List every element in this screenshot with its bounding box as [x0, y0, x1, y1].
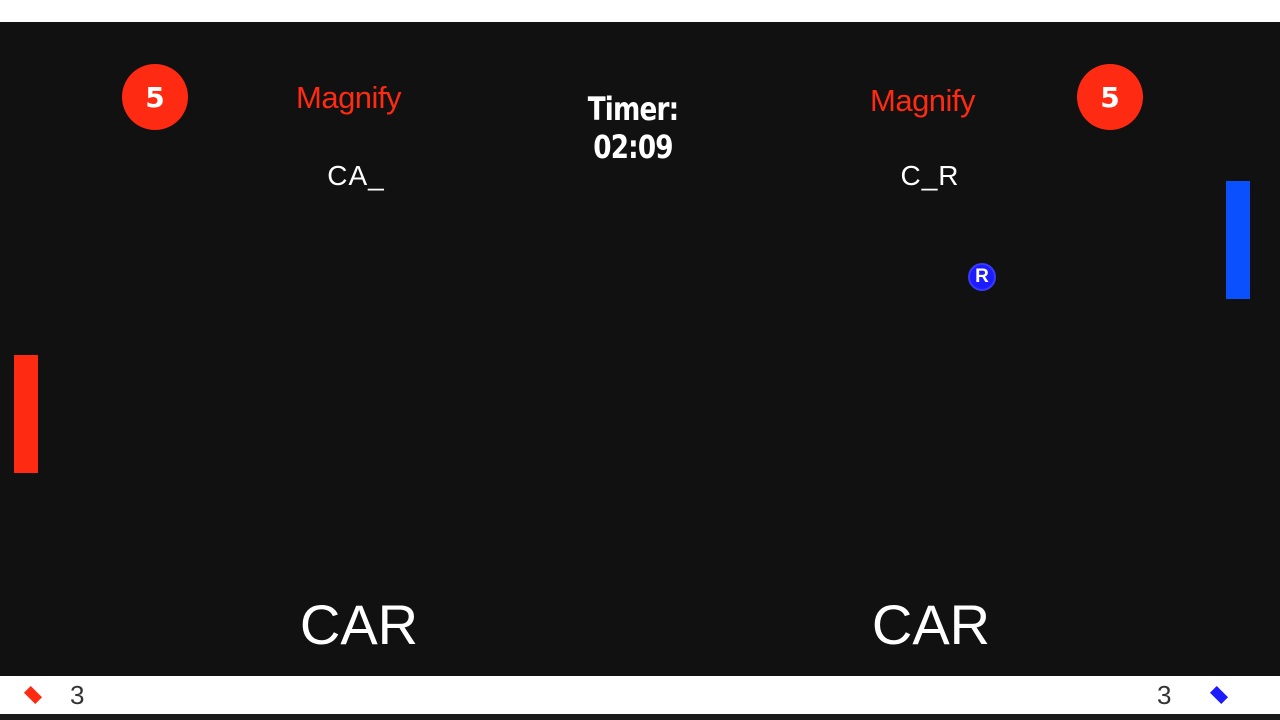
right-score-value: 5 [1100, 80, 1120, 114]
right-paddle[interactable] [1226, 181, 1250, 299]
status-bar [0, 676, 1280, 714]
left-word-progress: CA_ [327, 160, 385, 191]
top-strip [0, 0, 1280, 22]
left-score-badge: 5 [122, 64, 188, 130]
bottom-edge [0, 714, 1280, 720]
right-score-badge: 5 [1077, 64, 1143, 130]
right-powerup-label: Magnify [870, 83, 976, 118]
left-lives-count: 3 [70, 680, 85, 710]
left-paddle[interactable] [14, 355, 38, 473]
left-powerup-label: Magnify [296, 80, 402, 115]
right-target-word: CAR [871, 593, 991, 656]
left-score-value: 5 [145, 80, 165, 114]
game-timer: Timer: 02:09 [587, 90, 679, 166]
right-word-progress: C_R [900, 160, 960, 191]
right-lives-count: 3 [1157, 680, 1172, 710]
ball-letter: R [975, 266, 989, 287]
left-target-word: CAR [299, 593, 419, 656]
letter-ball: R [968, 263, 996, 291]
